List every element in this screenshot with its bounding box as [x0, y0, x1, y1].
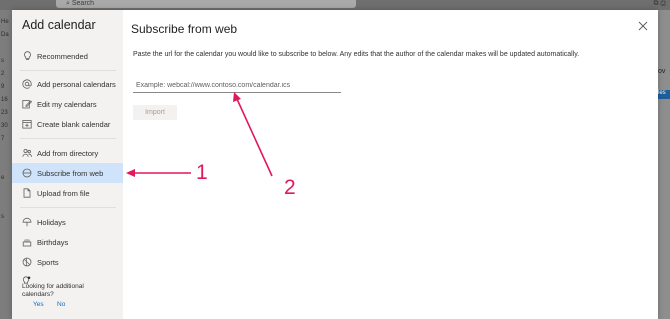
sidebar-item-label: Upload from file: [37, 188, 90, 198]
sidebar-item-label: Subscribe from web: [37, 168, 104, 178]
sidebar-item-edit-my-calendars[interactable]: Edit my calendars: [12, 94, 123, 114]
sidebar-item-add-personal-calendars[interactable]: Add personal calendars: [12, 74, 123, 94]
sidebar-item-label: Create blank calendar: [37, 119, 111, 129]
holiday-icon: [22, 217, 32, 227]
app-left-labels: He Da s 2 9 16 23 30 7 e s: [0, 16, 12, 224]
close-button[interactable]: [637, 19, 649, 31]
lightbulb-icon: [22, 51, 32, 61]
left-label: [0, 42, 12, 55]
left-label: [0, 159, 12, 172]
tip-lightbulb-icon: [22, 272, 31, 284]
app-right-badge: les: [658, 90, 670, 99]
calendar-url-input[interactable]: [133, 78, 341, 93]
left-label: e: [1, 175, 5, 181]
app-top-icons: ⧉ ⎙: [653, 0, 666, 8]
sports-icon: [22, 257, 32, 267]
share-icon: ⧉: [653, 0, 659, 7]
left-label: 23: [1, 110, 8, 116]
sidebar-item-label: Birthdays: [37, 237, 69, 247]
left-label: He: [1, 19, 9, 25]
people-icon: [22, 148, 32, 158]
left-label: [0, 198, 12, 211]
subscribe-instructions: Paste the url for the calendar you would…: [133, 51, 580, 58]
close-icon: [638, 21, 648, 31]
no-link[interactable]: No: [57, 301, 65, 308]
left-label: 9: [1, 84, 5, 90]
birthday-icon: [22, 237, 32, 247]
additional-calendars-prompt: Looking for additional calendars?: [22, 283, 84, 298]
sidebar-item-upload-from-file[interactable]: Upload from file: [12, 183, 123, 203]
annotation-label-1: 1: [196, 161, 208, 184]
app-search-label: Search: [71, 0, 95, 7]
left-label: [0, 185, 12, 198]
sidebar-item-label: Recommended: [37, 51, 88, 61]
sidebar-item-label: Add from directory: [37, 148, 99, 158]
left-label: 2: [1, 71, 5, 77]
globe-icon: [22, 168, 32, 178]
sidebar-item-sports[interactable]: Sports: [12, 252, 123, 272]
left-label: s: [1, 214, 4, 220]
print-icon: ⎙: [660, 0, 666, 7]
sidebar-item-recommended[interactable]: Recommended: [12, 46, 123, 66]
page-title: Subscribe from web: [131, 22, 238, 36]
annotation-label-2: 2: [284, 176, 296, 199]
sidebar-divider: [20, 138, 116, 139]
app-right-label: ov: [658, 68, 666, 75]
sidebar-divider: [20, 207, 116, 208]
left-label: 30: [1, 123, 8, 129]
left-label: 16: [1, 97, 8, 103]
sidebar-title: Add calendar: [22, 18, 96, 32]
sidebar-item-label: Edit my calendars: [37, 99, 97, 109]
sidebar-item-subscribe-from-web[interactable]: Subscribe from web: [12, 163, 123, 183]
yes-link[interactable]: Yes: [33, 301, 44, 308]
import-button[interactable]: Import: [133, 105, 177, 120]
left-label: [0, 146, 12, 159]
left-label: Da: [1, 32, 9, 38]
document-icon: [22, 188, 32, 198]
left-label: 7: [1, 136, 5, 142]
sidebar-item-create-blank-calendar[interactable]: Create blank calendar: [12, 114, 123, 134]
sidebar-item-add-from-directory[interactable]: Add from directory: [12, 143, 123, 163]
sidebar-item-holidays[interactable]: Holidays: [12, 212, 123, 232]
add-calendar-sidebar: Add calendar Recommended Add personal ca…: [12, 10, 123, 319]
at-sign-icon: [22, 79, 32, 89]
sidebar-item-label: Sports: [37, 257, 59, 267]
sidebar-item-birthdays[interactable]: Birthdays: [12, 232, 123, 252]
app-search-box: ⌕ Search: [56, 0, 356, 8]
sidebar-divider: [20, 70, 116, 71]
add-calendar-dialog: Add calendar Recommended Add personal ca…: [12, 10, 658, 319]
calendar-add-icon: [22, 119, 32, 129]
sidebar-item-label: Holidays: [37, 217, 66, 227]
edit-icon: [22, 99, 32, 109]
left-label: s: [1, 58, 4, 64]
sidebar-item-label: Add personal calendars: [37, 79, 116, 89]
